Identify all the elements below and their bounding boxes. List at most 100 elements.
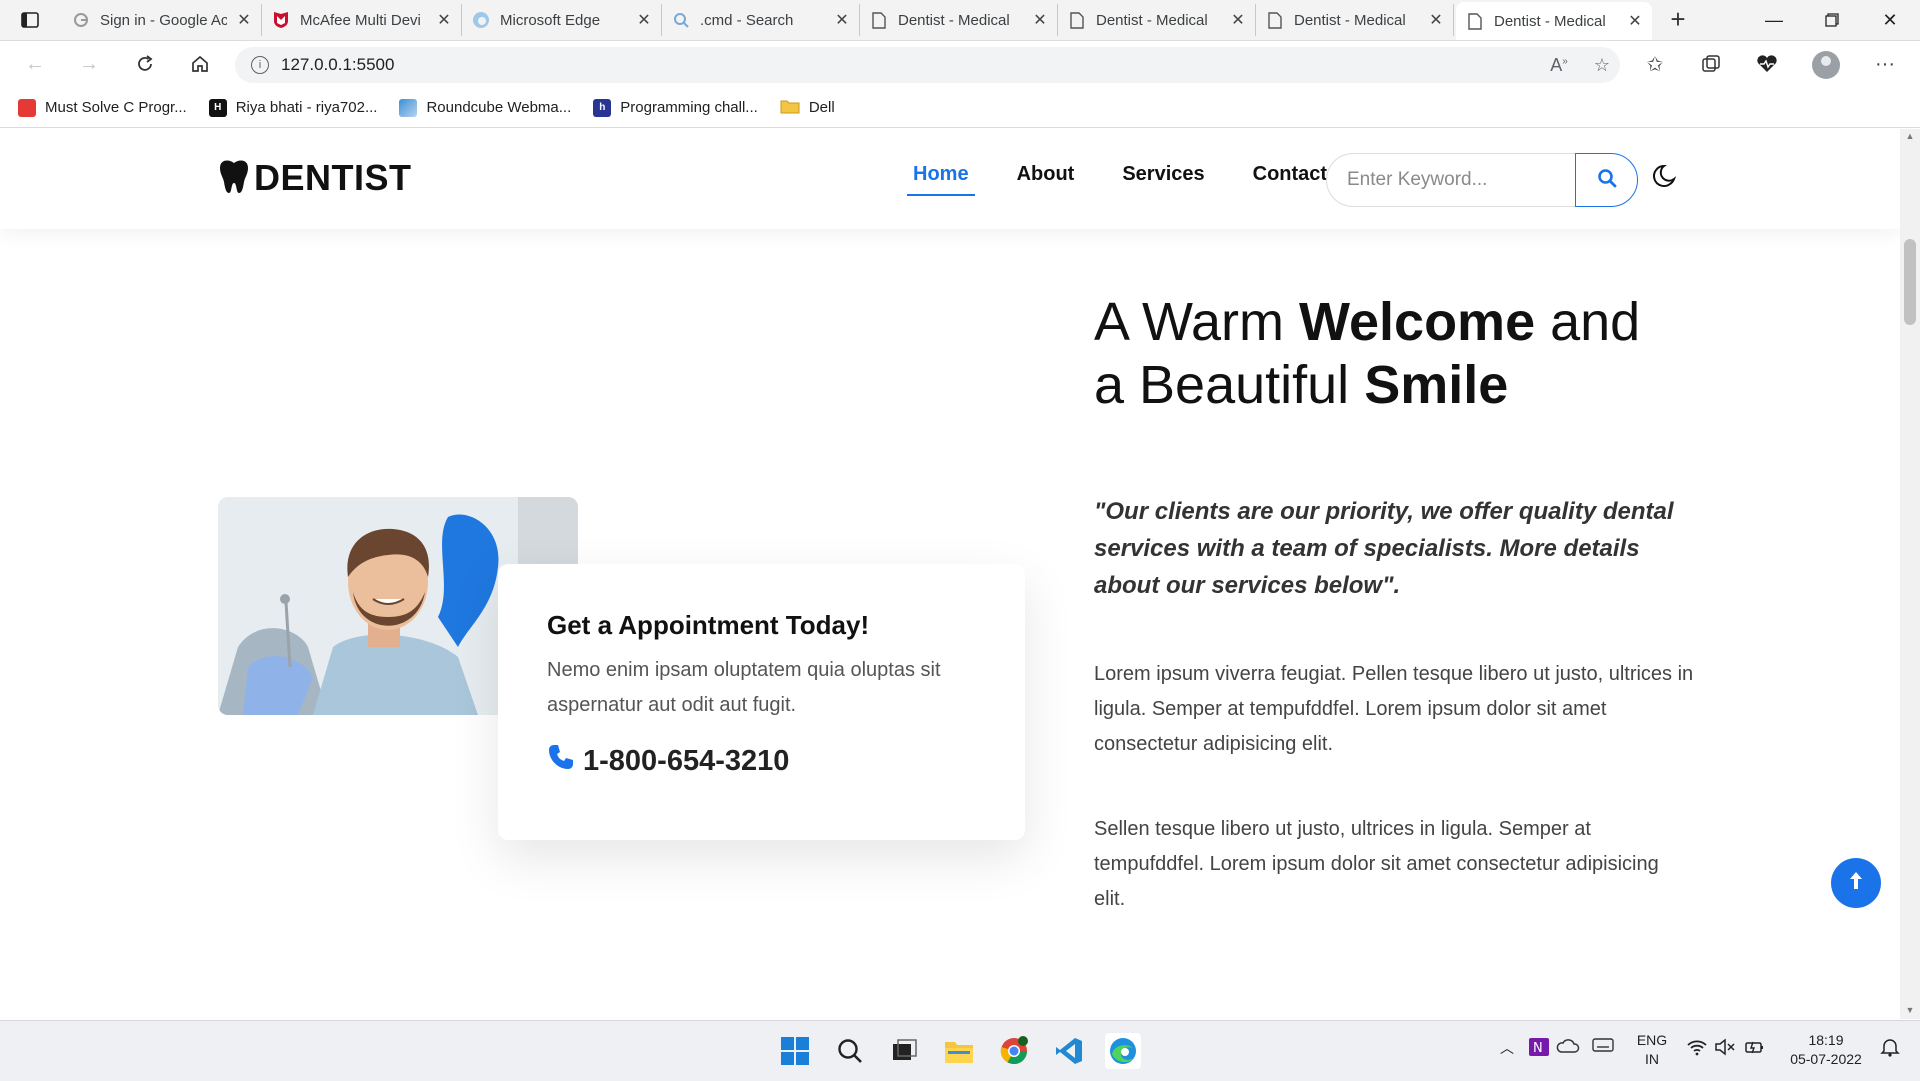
home-icon[interactable] <box>185 49 215 79</box>
bookmarks-bar: Must Solve C Progr... H Riya bhati - riy… <box>0 88 1920 128</box>
search-icon <box>1597 168 1617 193</box>
browser-essentials-icon[interactable] <box>1752 49 1782 79</box>
svg-text:N: N <box>1533 1041 1543 1056</box>
close-icon[interactable]: ✕ <box>835 10 849 30</box>
close-icon[interactable]: ✕ <box>1628 11 1642 31</box>
battery-icon[interactable] <box>1744 1038 1766 1061</box>
nav-about[interactable]: About <box>1011 163 1081 196</box>
collections-icon[interactable] <box>1696 49 1726 79</box>
forward-icon[interactable]: → <box>74 49 104 79</box>
edge-taskbar-icon[interactable] <box>1105 1033 1141 1069</box>
back-icon[interactable]: ← <box>20 49 50 79</box>
search-button[interactable] <box>1575 153 1638 207</box>
onenote-icon[interactable]: N <box>1528 1037 1550 1062</box>
task-view-icon[interactable] <box>886 1033 922 1069</box>
page-scrollbar[interactable]: ▲ ▼ <box>1900 129 1920 1019</box>
tab-microsoft-edge[interactable]: Microsoft Edge ✕ <box>462 4 662 36</box>
tab-title: Dentist - Medical <box>1494 12 1606 30</box>
page-viewport: DENTIST Home About Services Contact A Wa… <box>0 129 1900 1019</box>
tab-mcafee[interactable]: McAfee Multi Devi ✕ <box>262 4 462 36</box>
tab-dentist-2[interactable]: Dentist - Medical ✕ <box>1058 4 1256 36</box>
bookmark-label: Must Solve C Progr... <box>45 99 187 116</box>
tab-dentist-active[interactable]: Dentist - Medical ✕ <box>1456 2 1652 40</box>
site-logo[interactable]: DENTIST <box>218 157 412 199</box>
minimize-icon[interactable]: — <box>1760 6 1788 34</box>
page-icon <box>870 11 888 29</box>
windows-start-icon[interactable] <box>777 1033 813 1069</box>
chrome-icon[interactable] <box>996 1033 1032 1069</box>
hero-text: A Warm <box>1094 292 1300 352</box>
close-icon[interactable]: ✕ <box>437 10 451 30</box>
edge-icon <box>472 11 490 29</box>
file-explorer-icon[interactable] <box>941 1033 977 1069</box>
page-icon <box>1266 11 1284 29</box>
wifi-icon[interactable] <box>1686 1038 1708 1061</box>
tooth-icon <box>218 158 250 199</box>
bookmark-label: Riya bhati - riya702... <box>235 99 378 116</box>
scroll-up-icon[interactable]: ▲ <box>1904 131 1916 143</box>
close-icon[interactable]: ✕ <box>1429 10 1443 30</box>
clock-time: 18:19 <box>1808 1032 1844 1048</box>
hero-bold-text: Smile <box>1364 355 1509 415</box>
notifications-icon[interactable] <box>1880 1037 1900 1062</box>
onedrive-icon[interactable] <box>1556 1037 1580 1060</box>
language-indicator[interactable]: ENG IN <box>1634 1031 1670 1069</box>
bookmark-riya-bhati[interactable]: H Riya bhati - riya702... <box>208 98 378 117</box>
nav-contact[interactable]: Contact <box>1247 163 1333 196</box>
tab-actions-icon[interactable] <box>14 8 46 32</box>
tab-google-sign-in[interactable]: Sign in - Google Ac ✕ <box>62 4 262 36</box>
close-icon[interactable]: ✕ <box>637 10 651 30</box>
hero-quote: "Our clients are our priority, we offer … <box>1094 498 1674 599</box>
tab-cmd-search[interactable]: .cmd - Search ✕ <box>662 4 860 36</box>
appointment-text: Nemo enim ipsam oluptatem quia oluptas s… <box>547 659 941 716</box>
folder-icon <box>780 98 800 118</box>
arrow-up-icon <box>1847 869 1865 897</box>
tab-title: Dentist - Medical <box>1294 11 1406 29</box>
close-icon[interactable]: ✕ <box>1033 10 1047 30</box>
favorites-icon[interactable]: ✩ <box>1640 49 1670 79</box>
appointment-phone-link[interactable]: 1-800-654-3210 <box>547 743 976 779</box>
read-aloud-icon[interactable]: A» <box>1550 55 1568 76</box>
add-favorite-icon[interactable]: ☆ <box>1594 55 1610 76</box>
bookmark-must-solve[interactable]: Must Solve C Progr... <box>18 98 187 117</box>
volume-muted-icon[interactable] <box>1714 1038 1736 1061</box>
tab-dentist-1[interactable]: Dentist - Medical ✕ <box>860 4 1058 36</box>
tab-dentist-3[interactable]: Dentist - Medical ✕ <box>1256 4 1454 36</box>
site-info-icon[interactable]: i <box>251 56 269 74</box>
bookmark-programming[interactable]: h Programming chall... <box>593 98 758 117</box>
restore-icon[interactable] <box>1818 6 1846 34</box>
address-bar[interactable]: i 127.0.0.1:5500 A» ☆ <box>235 47 1620 83</box>
nav-services[interactable]: Services <box>1116 163 1210 196</box>
taskbar-search-icon[interactable] <box>832 1033 868 1069</box>
close-icon[interactable]: ✕ <box>1231 10 1245 30</box>
close-icon[interactable]: ✕ <box>237 10 251 30</box>
site-search <box>1326 153 1638 207</box>
region-code: IN <box>1645 1051 1659 1067</box>
bookmark-dell-folder[interactable]: Dell <box>780 98 835 118</box>
keyboard-icon[interactable] <box>1592 1037 1614 1058</box>
hero-paragraph: Lorem ipsum viverra feugiat. Pellen tesq… <box>1094 663 1694 755</box>
show-hidden-icons[interactable]: ︿ <box>1500 1039 1514 1058</box>
hero-paragraph: Sellen tesque libero ut justo, ultrices … <box>1094 818 1659 910</box>
bookmark-label: Programming chall... <box>620 99 758 116</box>
back-to-top-button[interactable] <box>1831 858 1881 908</box>
windows-taskbar: ︿ N ENG IN 18:19 05-07-2022 <box>0 1020 1920 1081</box>
tab-title: .cmd - Search <box>700 11 794 29</box>
close-window-icon[interactable]: ✕ <box>1876 6 1904 34</box>
scroll-down-icon[interactable]: ▼ <box>1904 1005 1916 1017</box>
appointment-title: Get a Appointment Today! <box>547 610 870 640</box>
dark-mode-toggle[interactable] <box>1649 163 1679 193</box>
more-options-icon[interactable]: ··· <box>1870 49 1900 79</box>
appointment-card: Get a Appointment Today! Nemo enim ipsam… <box>498 564 1025 840</box>
scroll-thumb[interactable] <box>1904 239 1916 325</box>
reload-icon[interactable] <box>130 49 160 79</box>
new-tab-button[interactable]: + <box>1664 6 1692 34</box>
clock[interactable]: 18:19 05-07-2022 <box>1786 1031 1866 1069</box>
vscode-icon[interactable] <box>1051 1033 1087 1069</box>
bookmark-roundcube[interactable]: Roundcube Webma... <box>399 98 571 117</box>
search-input[interactable] <box>1326 153 1578 207</box>
profile-avatar[interactable] <box>1812 51 1840 79</box>
browser-tab-strip: Sign in - Google Ac ✕ McAfee Multi Devi … <box>0 0 1920 41</box>
nav-home[interactable]: Home <box>907 163 975 196</box>
moon-icon <box>1650 162 1678 195</box>
